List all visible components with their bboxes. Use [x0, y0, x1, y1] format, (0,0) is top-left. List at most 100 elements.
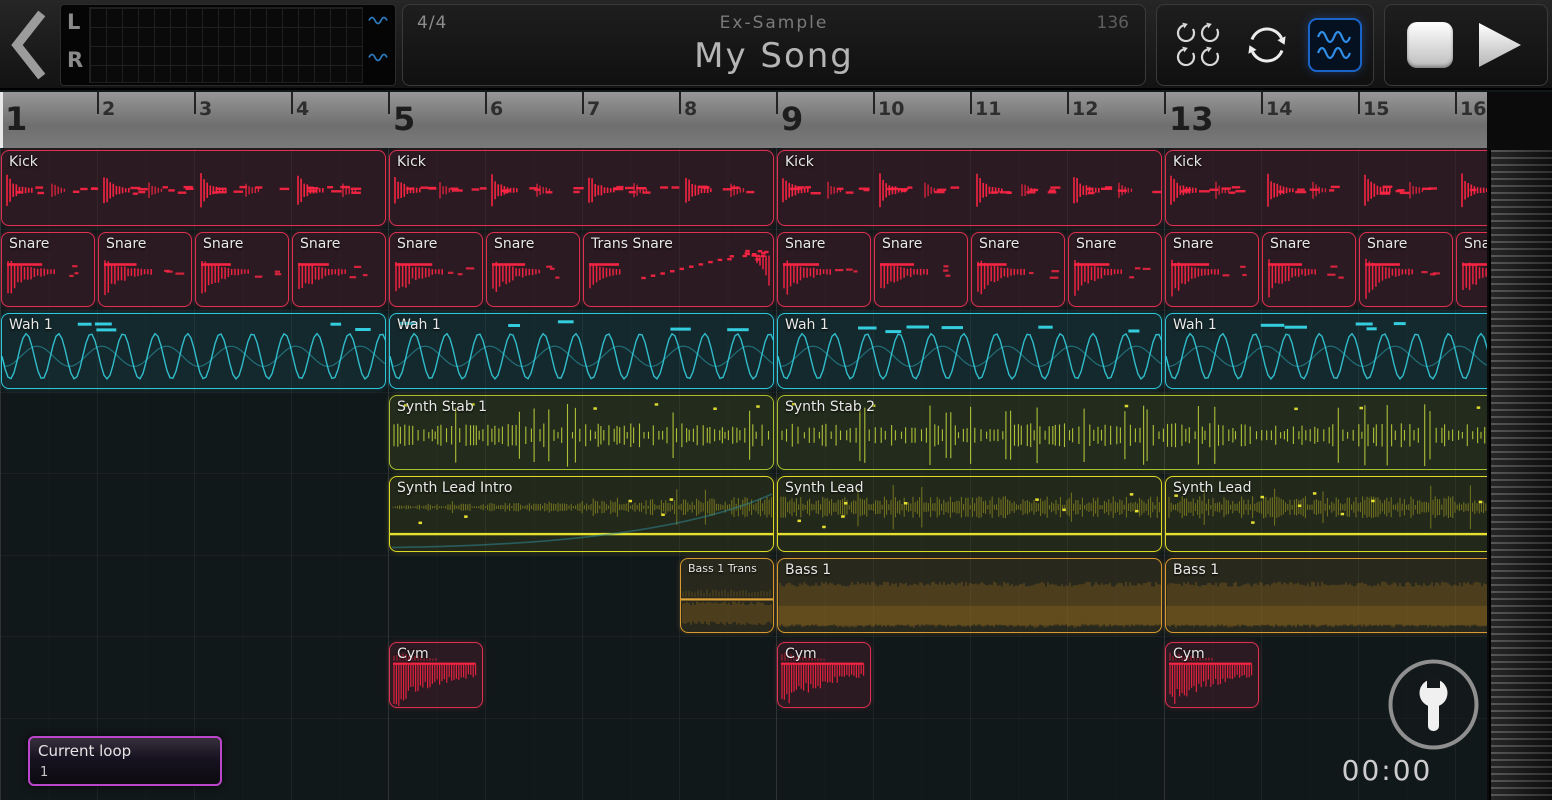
ruler-tick	[388, 92, 390, 114]
meter-left-label: L	[67, 10, 80, 34]
transport-panel	[1384, 4, 1548, 86]
current-loop-label: Current loop	[38, 742, 131, 760]
region-label: Snare	[1464, 236, 1487, 252]
region-snare[interactable]: Snare	[195, 232, 289, 308]
ruler-bar-number: 5	[393, 100, 415, 138]
playhead	[0, 92, 3, 148]
region-synth-stab-2[interactable]: Synth Stab 2	[777, 395, 1487, 471]
ruler-tick	[1261, 92, 1263, 114]
region-snare[interactable]: Snare	[1165, 232, 1259, 308]
region-label: Snare	[785, 236, 825, 252]
region-snare[interactable]: Snare	[1, 232, 95, 308]
region-snare[interactable]: Snare	[292, 232, 386, 308]
region-label: Kick	[1173, 154, 1202, 170]
level-meter-grid	[89, 7, 363, 83]
region-trans-snare[interactable]: Trans Snare	[583, 232, 774, 308]
region-label: Synth Lead Intro	[397, 480, 512, 496]
region-label: Kick	[9, 154, 38, 170]
mode-icons-panel	[1156, 4, 1374, 86]
region-synth-lead-intro[interactable]: Synth Lead Intro	[389, 476, 774, 552]
region-label: Bass 1	[1173, 562, 1219, 578]
cycle-button[interactable]	[1238, 14, 1296, 76]
level-meter-panel: L R	[60, 4, 396, 86]
chevron-left-icon	[4, 3, 54, 87]
song-info-panel[interactable]: 4/4 Ex-Sample 136 My Song	[402, 4, 1146, 86]
region-kick[interactable]: Kick	[777, 150, 1162, 226]
region-snare[interactable]: Snare	[874, 232, 968, 308]
region-snare[interactable]: Snare	[1068, 232, 1162, 308]
loop-button[interactable]	[1169, 14, 1227, 76]
region-kick[interactable]: Kick	[1165, 150, 1487, 226]
region-label: Wah 1	[1173, 317, 1217, 333]
meter-wave-icon	[367, 51, 391, 64]
region-label: Snare	[1367, 236, 1407, 252]
region-synth-stab-1[interactable]: Synth Stab 1	[389, 395, 774, 471]
play-button[interactable]	[1475, 18, 1525, 72]
region-wah-1[interactable]: Wah 1	[777, 313, 1162, 389]
track-row-stab: Synth Stab 1 Synth Stab 2	[0, 393, 1487, 475]
region-snare[interactable]: Snare	[1262, 232, 1356, 308]
region-label: Synth Stab 2	[785, 399, 875, 415]
ruler-bar-number: 14	[1266, 98, 1292, 120]
zoom-scrollbar[interactable]	[1489, 150, 1552, 800]
back-button[interactable]	[0, 0, 58, 90]
ruler-tick	[776, 92, 778, 114]
region-label: Synth Stab 1	[397, 399, 487, 415]
region-snare[interactable]: Snare	[1359, 232, 1453, 308]
track-row-wah: Wah 1Wah 1Wah 1Wah 1	[0, 311, 1487, 393]
ruler-tick	[1164, 92, 1166, 114]
ruler-bar-number: 7	[587, 98, 600, 120]
region-kick[interactable]: Kick	[389, 150, 774, 226]
ruler-bar-number: 13	[1169, 100, 1214, 138]
ruler-tick	[1067, 92, 1069, 114]
ruler-bar-number: 4	[296, 98, 309, 120]
waveform-mode-button[interactable]	[1308, 18, 1362, 72]
ruler-tick	[1358, 92, 1360, 114]
ruler-bar-number: 11	[975, 98, 1001, 120]
region-label: Snare	[882, 236, 922, 252]
region-cym[interactable]: Cym	[389, 642, 483, 708]
region-bass-1[interactable]: Bass 1	[1165, 558, 1487, 634]
region-synth-lead[interactable]: Synth Lead	[777, 476, 1162, 552]
region-bass-1-trans[interactable]: Bass 1 Trans	[680, 558, 774, 634]
region-synth-lead[interactable]: Synth Lead	[1165, 476, 1487, 552]
region-snare[interactable]: Snare	[777, 232, 871, 308]
region-cym[interactable]: Cym	[1165, 642, 1259, 708]
region-snare[interactable]: Snare	[389, 232, 483, 308]
region-snare[interactable]: Snare	[971, 232, 1065, 308]
region-label: Wah 1	[9, 317, 53, 333]
ruler-bar-number: 9	[781, 100, 803, 138]
stop-button[interactable]	[1407, 22, 1453, 68]
region-snare[interactable]: Snare	[486, 232, 580, 308]
region-label: Snare	[979, 236, 1019, 252]
time-display: 00:00	[1327, 754, 1447, 787]
bar-ruler[interactable]: 12345678910111213141516	[0, 92, 1487, 148]
track-row-lead: Synth Lead Intro Synth LeadSynth Lead	[0, 474, 1487, 556]
ruler-bar-number: 8	[684, 98, 697, 120]
region-label: Bass 1 Trans	[688, 562, 757, 575]
region-label: Kick	[785, 154, 814, 170]
wrench-icon	[1386, 657, 1481, 752]
current-loop-box[interactable]: Current loop 1	[28, 736, 222, 786]
cycle-icon	[1239, 17, 1295, 73]
region-cym[interactable]: Cym	[777, 642, 871, 708]
current-loop-value: 1	[40, 765, 48, 780]
region-wah-1[interactable]: Wah 1	[389, 313, 774, 389]
ruler-bar-number: 16	[1460, 98, 1486, 120]
meter-right-label: R	[67, 48, 83, 72]
region-snare[interactable]: Snare	[1456, 232, 1487, 308]
region-bass-1[interactable]: Bass 1	[777, 558, 1162, 634]
ruler-tick	[970, 92, 972, 114]
ruler-bar-number: 2	[102, 98, 115, 120]
region-wah-1[interactable]: Wah 1	[1, 313, 386, 389]
region-label: Snare	[397, 236, 437, 252]
track-row-snare: SnareSnareSnareSnareSnareSnareTrans Snar…	[0, 230, 1487, 312]
region-snare[interactable]: Snare	[98, 232, 192, 308]
region-wah-1[interactable]: Wah 1	[1165, 313, 1487, 389]
region-label: Cym	[1173, 646, 1205, 662]
region-label: Cym	[397, 646, 429, 662]
region-kick[interactable]: Kick	[1, 150, 386, 226]
region-label: Cym	[785, 646, 817, 662]
track-row-cym: Cym Cym Cym	[0, 637, 1487, 719]
tools-button[interactable]	[1386, 657, 1481, 752]
